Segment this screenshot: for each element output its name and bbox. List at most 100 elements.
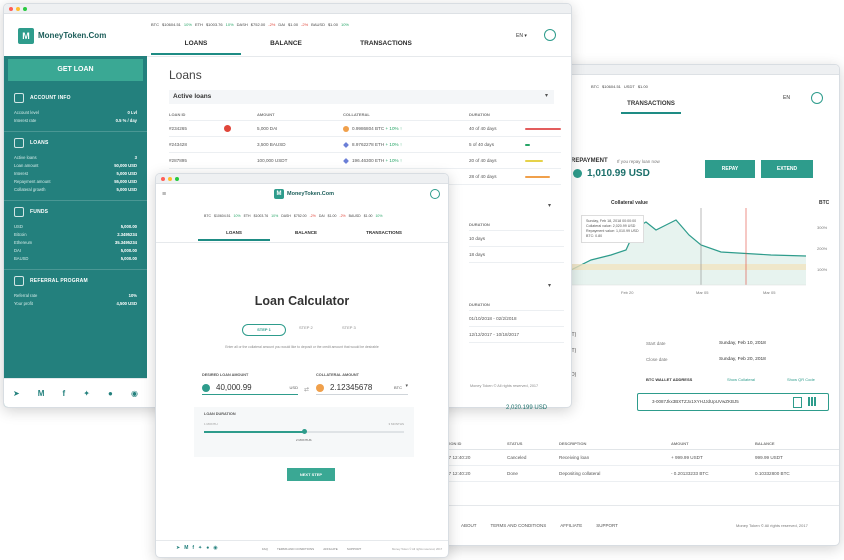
duration-slider[interactable] [204,429,404,434]
start-date-value: Sunday, Feb 10, 2018 [719,341,766,346]
footer-affiliate[interactable]: AFFILIATE [323,547,338,551]
facebook-icon[interactable]: f [192,545,194,551]
col-loan-id: LOAN ID [169,111,186,117]
tab-balance[interactable]: BALANCE [241,40,331,55]
footer-terms[interactable]: TERMS AND CONDITIONS [277,547,314,551]
fund-bausd-label: BAUSD [14,256,29,261]
repay-button[interactable]: REPAY [705,160,755,178]
chart-tooltip: Sunday, Feb 18, 2018 00:00:00 Collateral… [581,215,644,243]
reddit-icon[interactable]: ● [206,545,209,551]
ticker-usdt-price: $1.00 [637,84,648,89]
footer-faq[interactable]: FAQ [262,547,268,551]
fund-btc-label: Bitcoin [14,232,27,237]
col-balance: BALANCE [755,440,775,446]
fund-dai-label: DAI [14,248,21,253]
show-collateral-link[interactable]: Show Collateral [727,377,755,382]
loan-collateral: 8.9762278 ETH + 10% ↑ [343,141,469,148]
sidebar: GET LOAN ACCOUNT INFO Account level 0 Lvl… [4,56,147,407]
loan-amount-field[interactable]: 40,000.99 USD [202,382,298,395]
close-date-value: Sunday, Feb 20, 2018 [719,357,766,362]
show-qr-link[interactable]: Show QR Code [787,377,815,382]
collateral-value: 0.9986804 BTC [352,125,385,131]
tab-transactions[interactable]: TRANSACTIONS [342,230,426,241]
table-row[interactable]: 2017 12:40:20 Done Depositing collateral… [441,466,839,482]
twitter-icon[interactable]: ✦ [198,545,202,551]
language-select[interactable]: EN [783,95,790,101]
telegram-icon[interactable]: ➤ [176,545,180,551]
repayment-value: 1,010.99 USD [587,168,650,179]
table-row[interactable]: 2017 12:40:20 Canceled Receiving loan + … [441,450,839,466]
tab-loans[interactable]: LOANS [151,40,241,55]
user-avatar-icon[interactable] [811,92,823,104]
step-3-button[interactable]: STEP 3 [342,325,356,330]
copy-icon[interactable] [793,397,802,408]
footer-terms[interactable]: TERMS AND CONDITIONS [491,523,547,528]
section3-chevron-icon[interactable]: ▾ [548,282,551,289]
reddit-icon[interactable]: ● [108,389,113,398]
collateral-growth: + 10% ↑ [385,141,403,147]
chat-icon[interactable]: ◉ [213,545,217,551]
tab-transactions[interactable]: TRANSACTIONS [621,101,681,114]
loan-amount-label: DESIRED LOAN AMOUNT [202,373,249,377]
loan-amount-input[interactable]: 40,000.99 [216,383,252,392]
wallet-address-box[interactable]: 3-0087Jkx3BXTZJx1XYHJJdUpUVwZKBJ5 [637,393,829,411]
chevron-down-icon[interactable]: ▾ [405,383,408,389]
facebook-icon[interactable]: f [63,389,66,398]
brand-name[interactable]: MoneyToken.Com [38,31,106,40]
footer-support[interactable]: SUPPORT [347,547,361,551]
step-2-button[interactable]: STEP 2 [299,325,313,330]
extend-button[interactable]: EXTEND [761,160,813,178]
tab-transactions[interactable]: TRANSACTIONS [331,40,441,55]
loan-currency[interactable]: USD [290,385,298,390]
funds-section: FUNDS USD 5,000.00 Bitcoin 2.3495234 Ether… [4,201,147,270]
list-item: 10 days [469,231,564,247]
collateral-currency[interactable]: BTC [394,385,402,390]
footer-affiliate[interactable]: AFFILIATE [560,523,582,528]
qr-code-icon[interactable] [808,397,817,406]
twitter-icon[interactable]: ✦ [83,389,90,398]
step-1-button[interactable]: STEP 1 [242,324,286,336]
swap-icon[interactable]: ⇄ [304,386,309,393]
collateral-amount-input[interactable]: 2.12345678 [330,383,372,392]
minimize-dot-icon[interactable] [16,7,20,11]
table-row[interactable]: #243428 3,500 BAUSD 8.9762278 ETH + 10% … [169,137,561,153]
slider-handle[interactable] [302,429,307,434]
loans-footer-copy: Money Token © All rights reserved, 2017 [470,384,539,388]
chat-icon[interactable]: ◉ [131,389,138,398]
brand-name[interactable]: MoneyToken.Com [287,191,334,197]
footer-about[interactable]: ABOUT [461,523,477,528]
telegram-icon[interactable]: ➤ [13,389,20,398]
active-loans-bar[interactable]: Active loans ▾ [169,90,554,104]
tab-balance[interactable]: BALANCE [270,230,342,241]
funds-icon [14,207,24,217]
collateral-value: 196.46300 ETH [352,157,385,163]
user-avatar-icon[interactable] [544,29,556,41]
table-row[interactable]: #287895 100,000 USDT 196.46300 ETH + 10%… [169,153,561,169]
menu-icon[interactable]: ≡ [162,191,166,198]
history-header: ACTION ID STATUS DESCRIPTION AMOUNT BALA… [441,437,839,450]
minimize-dot-icon[interactable] [168,177,172,181]
user-avatar-icon[interactable] [430,189,440,199]
get-loan-button[interactable]: GET LOAN [8,59,143,81]
row-amount: - 0.20133233 BTC [671,471,709,476]
calc-social-bar: ➤ M f ✦ ● ◉ [176,545,218,551]
medium-icon[interactable]: M [38,389,45,398]
account-level-label: Account level [14,110,39,115]
next-step-button[interactable]: NEXT STEP [287,468,335,481]
tab-loans[interactable]: LOANS [198,230,270,241]
language-select[interactable]: EN ▾ [516,33,527,39]
row-amount: + 999.99 USDT [671,455,703,460]
collateral-amount-field[interactable]: 2.12345678 BTC ▾ [316,382,408,395]
medium-icon[interactable]: M [184,545,188,551]
maximize-dot-icon[interactable] [175,177,179,181]
row-balance: 0.10332800 BTC [755,471,790,476]
table-row[interactable]: #234265 5,000 DAI 0.9986804 BTC + 10% ↑ … [169,121,561,137]
chevron-down-icon[interactable]: ▾ [545,92,548,99]
collateral-growth-label: Collateral growth [14,187,46,192]
close-dot-icon[interactable] [9,7,13,11]
account-level-value: 0 Lvl [127,110,137,115]
section2-chevron-icon[interactable]: ▾ [548,202,551,209]
maximize-dot-icon[interactable] [23,7,27,11]
footer-support[interactable]: SUPPORT [596,523,618,528]
close-dot-icon[interactable] [161,177,165,181]
